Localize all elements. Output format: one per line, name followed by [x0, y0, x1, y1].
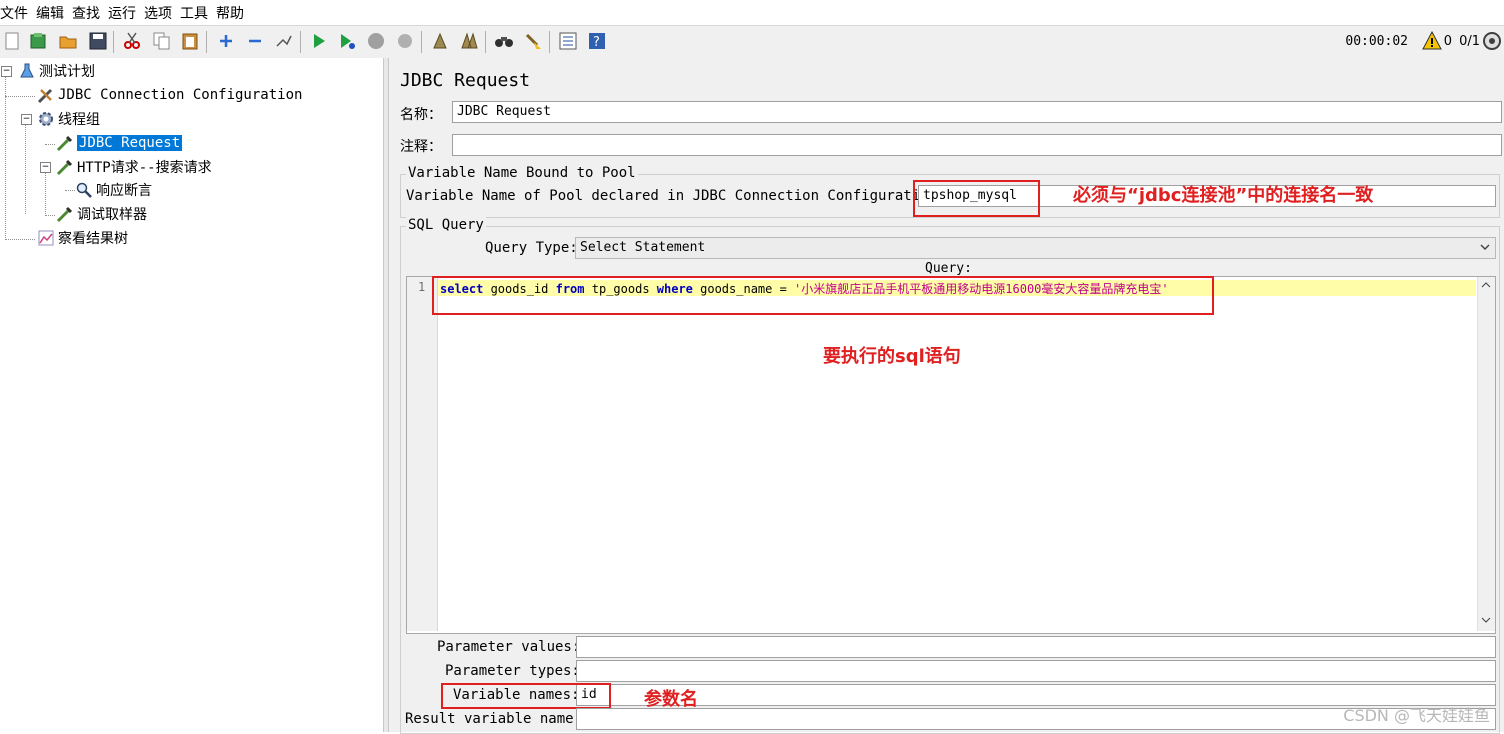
param-types-field[interactable]: [576, 660, 1496, 682]
query-label: Query:: [925, 261, 972, 276]
wrench-icon: [37, 86, 55, 104]
menu-tools[interactable]: 工具: [176, 0, 212, 23]
tree-item-jdbc-request[interactable]: JDBC Request: [56, 133, 183, 153]
scroll-down-icon[interactable]: [1481, 614, 1491, 629]
sql-keyword: select: [440, 282, 484, 296]
toggle-icon[interactable]: [274, 31, 294, 51]
warning-icon[interactable]: [1422, 30, 1442, 55]
menu-search[interactable]: 查找: [68, 0, 104, 23]
query-type-value: Select Statement: [580, 240, 706, 255]
clear-all-icon[interactable]: [459, 31, 479, 51]
sql-text: goods_id: [483, 282, 556, 296]
magnifier-icon: [75, 181, 93, 199]
name-label: 名称：: [400, 107, 442, 123]
gear-icon: [37, 110, 55, 128]
reset-search-icon[interactable]: [523, 31, 543, 51]
pipette-icon: [56, 158, 74, 176]
warning-count: 0: [1443, 34, 1452, 49]
sql-note: 要执行的sql语句: [823, 346, 961, 367]
templates-icon[interactable]: [28, 31, 48, 51]
line-gutter: 1: [407, 277, 438, 631]
shutdown-icon[interactable]: [395, 31, 415, 51]
collapse-icon[interactable]: [245, 31, 265, 51]
name-field[interactable]: JDBC Request: [452, 101, 1502, 123]
active-threads: 0/1: [1459, 34, 1480, 49]
sql-keyword: from: [555, 282, 585, 296]
result-variable-label: Result variable name:: [405, 711, 583, 727]
sql-string-literal: '小米旗舰店正品手机平板通用移动电源16000毫安大容量品牌充电宝': [794, 282, 1169, 296]
menu-help[interactable]: 帮助: [212, 0, 248, 23]
new-icon[interactable]: [2, 31, 22, 51]
copy-icon[interactable]: [152, 31, 172, 51]
test-plan-tree: − 测试计划 JDBC Connection Configuration − 线…: [0, 58, 384, 732]
jdbc-request-panel: JDBC Request 名称： JDBC Request 注释： Variab…: [389, 58, 1504, 734]
menu-edit[interactable]: 编辑: [32, 0, 68, 23]
tree-item-response-assertion[interactable]: 响应断言: [75, 180, 152, 200]
tree-item-debug-sampler[interactable]: 调试取样器: [56, 204, 147, 224]
sql-query-group-title: SQL Query: [406, 217, 486, 233]
panel-title: JDBC Request: [400, 70, 531, 91]
search-binoculars-icon[interactable]: [494, 31, 514, 51]
tree-item-jdbc-config[interactable]: JDBC Connection Configuration: [37, 85, 302, 105]
sql-text: tp_goods: [584, 282, 657, 296]
clear-icon[interactable]: [430, 31, 450, 51]
http-collapse-toggle[interactable]: −: [40, 162, 51, 173]
tree-item-test-plan[interactable]: 测试计划: [18, 61, 95, 81]
flask-icon: [18, 62, 36, 80]
pipette-icon: [56, 134, 74, 152]
param-types-label: Parameter types:: [445, 663, 580, 679]
pool-name-label: Variable Name of Pool declared in JDBC C…: [406, 188, 946, 204]
sql-line: select goods_id from tp_goods where good…: [440, 280, 1169, 297]
scroll-up-icon[interactable]: [1481, 279, 1491, 294]
thread-group-collapse-toggle[interactable]: −: [21, 114, 32, 125]
comment-label: 注释：: [400, 139, 442, 155]
save-icon[interactable]: [88, 31, 108, 51]
editor-scrollbar[interactable]: [1477, 277, 1495, 631]
comment-field[interactable]: [452, 134, 1502, 156]
sql-keyword: where: [656, 282, 693, 296]
pool-note: 必须与“jdbc连接池”中的连接名一致: [1073, 185, 1374, 206]
menu-bar: 文件 编辑 查找 运行 选项 工具 帮助: [0, 0, 1504, 24]
tree-item-thread-group[interactable]: 线程组: [37, 109, 100, 129]
cut-icon[interactable]: [122, 31, 142, 51]
chart-icon: [37, 229, 55, 247]
start-icon[interactable]: [309, 31, 329, 51]
param-values-field[interactable]: [576, 636, 1496, 658]
pool-group-title: Variable Name Bound to Pool: [406, 165, 638, 181]
plan-collapse-toggle[interactable]: −: [1, 66, 12, 77]
tree-item-http-request[interactable]: HTTP请求--搜索请求: [56, 157, 212, 177]
remote-status-icon: [1482, 31, 1502, 55]
start-no-pause-icon[interactable]: [337, 31, 357, 51]
menu-file[interactable]: 文件: [0, 0, 32, 23]
menu-run[interactable]: 运行: [104, 0, 140, 23]
toolbar: ? 00:00:02 0 0/1: [0, 25, 1504, 59]
function-helper-icon[interactable]: [558, 31, 578, 51]
elapsed-timer: 00:00:02: [1345, 34, 1408, 49]
param-values-label: Parameter values:: [437, 639, 581, 655]
paste-icon[interactable]: [180, 31, 200, 51]
chevron-down-icon: [1479, 239, 1491, 259]
query-type-select[interactable]: Select Statement: [575, 237, 1496, 259]
svg-text:?: ?: [593, 35, 600, 50]
sql-editor[interactable]: 1 select goods_id from tp_goods where go…: [406, 276, 1496, 634]
watermark: CSDN @飞天娃娃鱼: [1343, 706, 1490, 725]
pipette-icon: [56, 205, 74, 223]
help-icon[interactable]: ?: [587, 31, 607, 51]
open-icon[interactable]: [58, 31, 78, 51]
tree-item-result-tree[interactable]: 察看结果树: [37, 228, 128, 248]
variable-names-label: Variable names:: [453, 687, 580, 703]
menu-options[interactable]: 选项: [140, 0, 176, 23]
stop-icon[interactable]: [366, 31, 386, 51]
sql-text: goods_name =: [692, 282, 795, 296]
query-type-label: Query Type:: [485, 240, 578, 256]
expand-icon[interactable]: [216, 31, 236, 51]
line-number: 1: [418, 280, 426, 294]
